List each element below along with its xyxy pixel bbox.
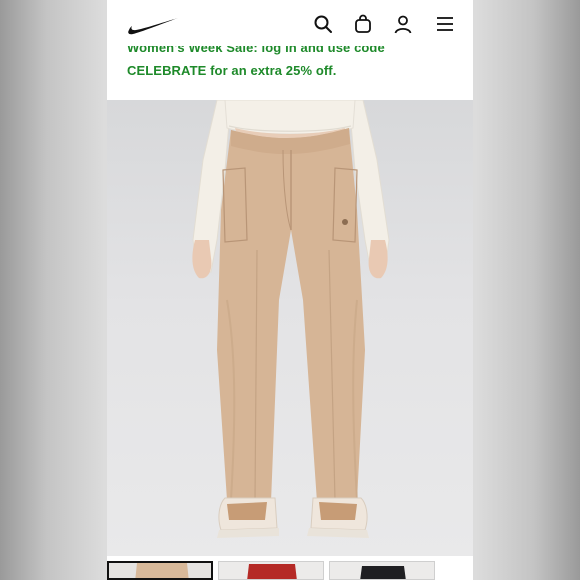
account-icon[interactable] bbox=[393, 14, 413, 34]
site-header bbox=[107, 0, 473, 46]
thumbnail-red-image bbox=[247, 564, 297, 579]
promo-line-2: CELEBRATE for an extra 25% off. bbox=[127, 63, 337, 78]
thumbnail-red[interactable] bbox=[218, 561, 324, 580]
thumbnail-black-image bbox=[360, 566, 406, 579]
product-page: Women's Week Sale: log in and use code C… bbox=[107, 0, 473, 580]
thumbnail-strip bbox=[107, 559, 473, 580]
thumbnail-khaki-image bbox=[135, 563, 189, 578]
product-photo bbox=[192, 100, 390, 538]
product-image[interactable] bbox=[107, 100, 473, 556]
thumbnail-black[interactable] bbox=[329, 561, 435, 580]
menu-icon[interactable] bbox=[435, 14, 455, 34]
nike-swoosh-icon bbox=[128, 18, 178, 35]
promo-banner[interactable]: Women's Week Sale: log in and use code C… bbox=[107, 46, 473, 100]
nike-logo[interactable] bbox=[127, 15, 179, 35]
bag-icon[interactable] bbox=[353, 14, 373, 34]
thumbnail-khaki[interactable] bbox=[107, 561, 213, 580]
search-icon[interactable] bbox=[313, 14, 333, 34]
